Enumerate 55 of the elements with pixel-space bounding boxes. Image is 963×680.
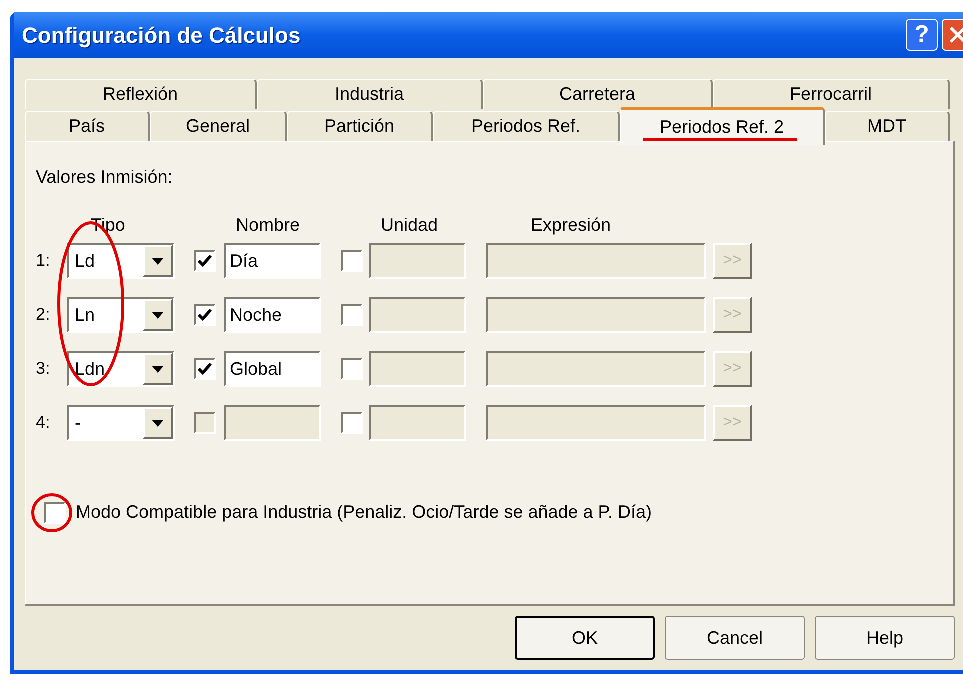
dropdown-arrow-icon <box>152 312 164 318</box>
name-checkbox[interactable] <box>194 304 216 326</box>
dropdown-arrow-icon <box>152 366 164 372</box>
check-icon <box>198 309 212 321</box>
row-number: 4: <box>36 412 52 434</box>
dropdown-arrow-icon <box>152 420 164 426</box>
close-icon <box>949 26 963 44</box>
compat-checkbox[interactable] <box>44 502 66 524</box>
tab[interactable]: General <box>150 111 287 141</box>
dropdown-arrow-icon <box>152 258 164 264</box>
expression-field[interactable] <box>486 405 706 441</box>
unit-checkbox[interactable] <box>341 304 363 326</box>
expression-field[interactable] <box>486 243 706 279</box>
dialog-button[interactable]: Help <box>815 616 955 660</box>
name-field[interactable] <box>224 405 321 441</box>
row-number: 3: <box>36 358 52 380</box>
type-dropdown[interactable]: Ld <box>67 243 175 279</box>
name-field[interactable]: Global <box>224 351 321 387</box>
compat-label: Modo Compatible para Industria (Penaliz. Ocio/Tarde se añade a P. Día) <box>76 501 652 524</box>
row-number: 2: <box>36 304 52 326</box>
tab[interactable]: Ferrocarril <box>713 79 950 109</box>
dialog-button[interactable]: OK <box>515 616 655 660</box>
type-dropdown[interactable]: Ldn <box>67 351 175 387</box>
tab[interactable]: Reflexión <box>25 79 257 109</box>
unit-checkbox[interactable] <box>341 358 363 380</box>
expression-field[interactable] <box>486 351 706 387</box>
unit-field[interactable] <box>369 243 466 279</box>
tab[interactable]: Industria <box>257 79 483 109</box>
name-field[interactable]: Día <box>224 243 321 279</box>
name-checkbox[interactable] <box>194 250 216 272</box>
tab[interactable]: País <box>25 111 150 141</box>
unit-checkbox[interactable] <box>341 250 363 272</box>
name-checkbox[interactable] <box>194 358 216 380</box>
tab[interactable]: MDT <box>825 111 950 141</box>
tab[interactable]: Periodos Ref. <box>433 111 620 141</box>
unit-field[interactable] <box>369 351 466 387</box>
unit-field[interactable] <box>369 405 466 441</box>
check-icon <box>198 363 212 375</box>
tab[interactable]: Partición <box>287 111 433 141</box>
column-header: Unidad <box>381 214 440 237</box>
row-number: 1: <box>36 250 52 272</box>
column-header: Nombre <box>236 214 302 237</box>
type-dropdown[interactable]: Ln <box>67 297 175 333</box>
annotation-circle <box>30 492 74 534</box>
expression-field[interactable] <box>486 297 706 333</box>
name-field[interactable]: Noche <box>224 297 321 333</box>
tab[interactable]: Periodos Ref. 2 <box>620 107 825 145</box>
tab[interactable]: Carretera <box>483 79 713 109</box>
column-header: Expresión <box>531 214 612 237</box>
dialog-button[interactable]: Cancel <box>665 616 805 660</box>
section-label: Valores Inmisión: <box>36 166 174 189</box>
check-icon <box>198 255 212 267</box>
unit-field[interactable] <box>369 297 466 333</box>
help-button[interactable]: ? <box>906 19 938 51</box>
window-title: Configuración de Cálculos <box>22 22 302 50</box>
